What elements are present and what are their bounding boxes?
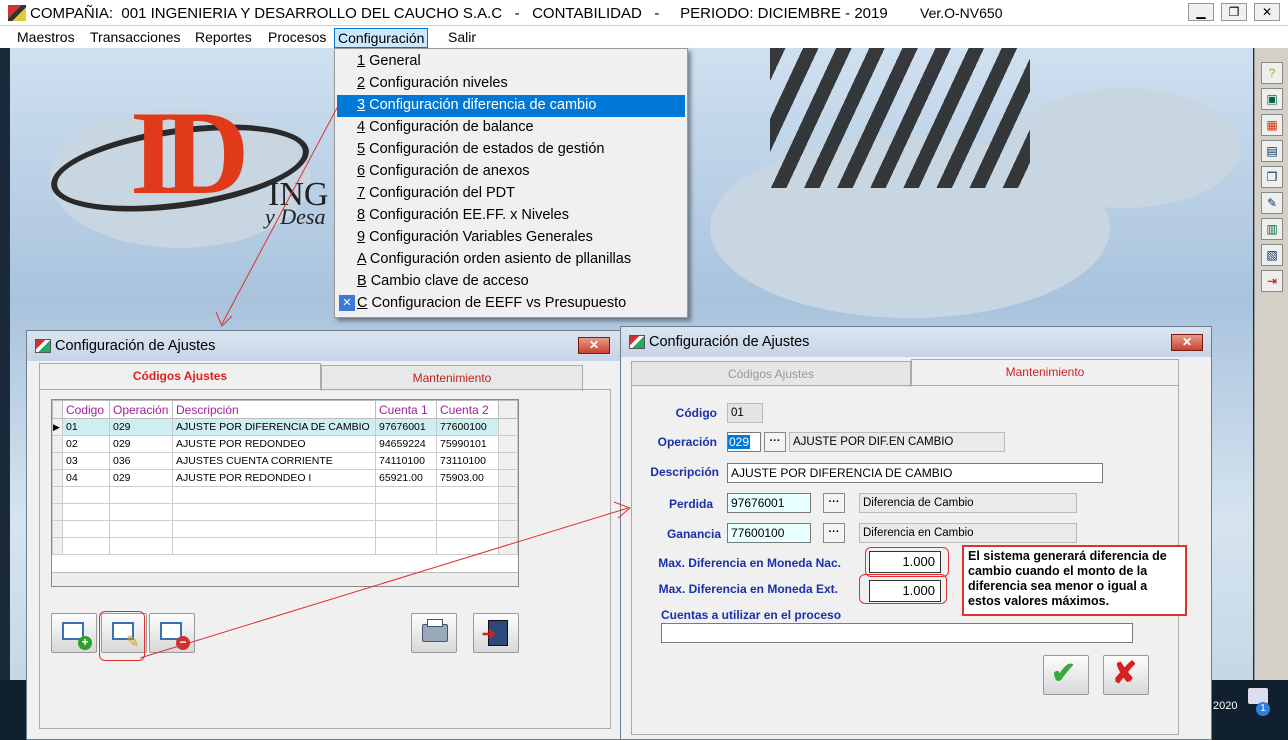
annotation-arrows <box>139 105 631 659</box>
